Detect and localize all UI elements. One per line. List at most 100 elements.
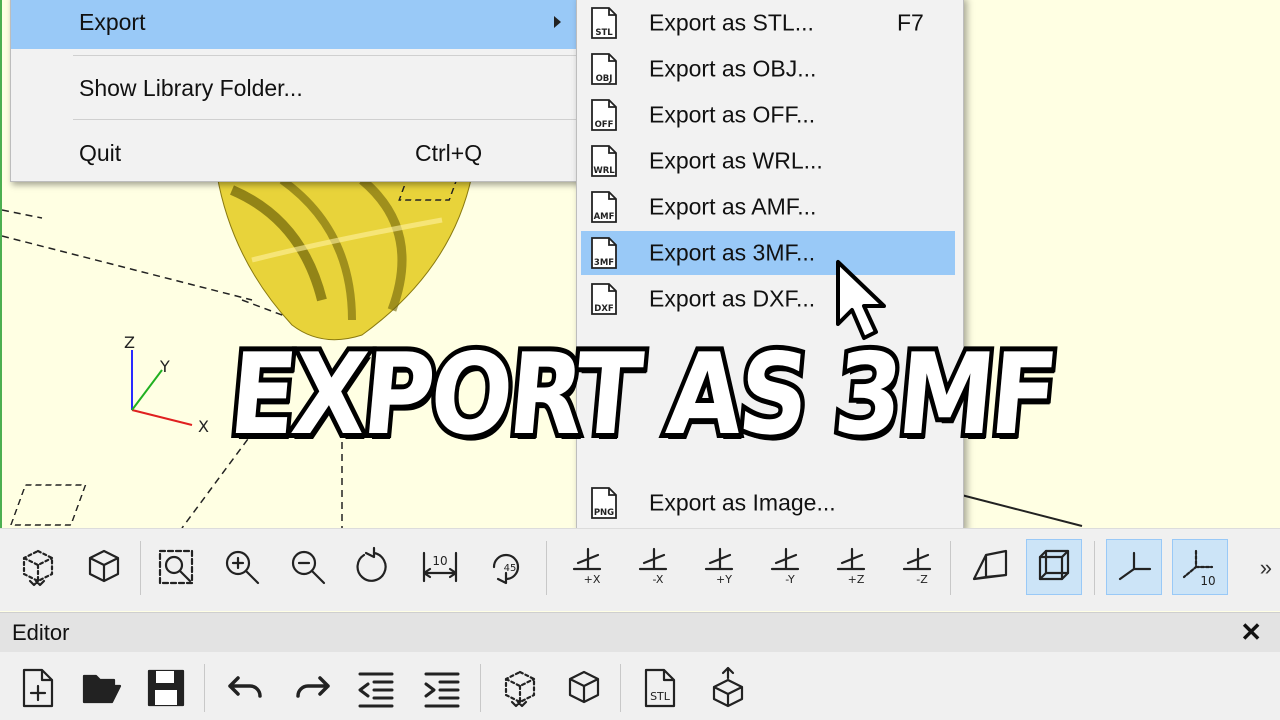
export-menu-item-3mf[interactable]: 3MF Export as 3MF...: [581, 231, 955, 275]
icon-caption: -X: [653, 573, 664, 586]
view-all-button[interactable]: [148, 539, 204, 595]
file-amf-icon: AMF: [591, 191, 617, 223]
export-menu-item-amf[interactable]: AMF Export as AMF...: [581, 185, 955, 229]
view-diagonal-button[interactable]: 45: [478, 539, 534, 595]
export-menu-item-stl[interactable]: STL Export as STL... F7: [581, 1, 955, 45]
render-icon: [568, 670, 600, 704]
show-axes-icon: [1118, 551, 1152, 581]
file-wrl-icon: WRL: [591, 145, 617, 177]
file-icon-caption: 3MF: [594, 258, 614, 268]
file-icon-caption: PNG: [594, 508, 614, 518]
editor-export-stl-button[interactable]: STL: [632, 660, 688, 716]
view-right-button[interactable]: +X: [560, 539, 616, 595]
icon-caption: -Y: [785, 573, 795, 586]
editor-unindent-button[interactable]: [348, 660, 404, 716]
export-menu-item-label: Export as OBJ...: [649, 55, 817, 82]
preview-icon: [22, 549, 54, 587]
menu-item-quit[interactable]: Quit Ctrl+Q: [11, 126, 579, 180]
editor-title: Editor: [12, 620, 70, 645]
preview-icon: [504, 670, 536, 708]
3d-viewport[interactable]: 20 60 Z Y X Export: [0, 0, 1280, 528]
editor-redo-button[interactable]: [284, 660, 340, 716]
view-bottom-icon: -Z: [902, 547, 932, 586]
editor-send-button[interactable]: [700, 660, 756, 716]
view-back-icon: +Y: [704, 547, 734, 586]
mouse-cursor-icon: [836, 260, 886, 340]
redo-icon: [296, 676, 330, 698]
show-scale-icon: 10: [1182, 549, 1216, 588]
view-left-button[interactable]: -X: [626, 539, 682, 595]
zoom-out-button[interactable]: [280, 539, 336, 595]
toolbar-separator: [204, 664, 205, 712]
reset-view-button[interactable]: [346, 539, 402, 595]
send-to-print-icon: [712, 666, 744, 708]
file-off-icon: OFF: [591, 99, 617, 131]
export-menu-item-label: Export as AMF...: [649, 193, 817, 220]
export-stl-icon: STL: [644, 668, 676, 708]
menu-item-quit-label: Quit: [79, 139, 122, 166]
toolbar-separator: [620, 664, 621, 712]
export-menu-item-label: Export as Image...: [649, 489, 836, 516]
export-menu-item-wrl[interactable]: WRL Export as WRL...: [581, 139, 955, 183]
export-menu-item-obj[interactable]: OBJ Export as OBJ...: [581, 47, 955, 91]
view-all-icon: [158, 549, 194, 585]
view-right-icon: +X: [572, 547, 602, 586]
menu-item-quit-shortcut: Ctrl+Q: [415, 139, 483, 166]
editor-open-button[interactable]: [74, 660, 130, 716]
render-button[interactable]: [76, 539, 132, 595]
scale-markers-button[interactable]: 10: [412, 539, 468, 595]
editor-close-button[interactable]: ✕: [1240, 617, 1262, 648]
view-front-button[interactable]: -Y: [758, 539, 814, 595]
editor-undo-button[interactable]: [218, 660, 274, 716]
toolbar-separator: [546, 541, 547, 595]
editor-toolbar: STL: [0, 652, 1280, 720]
editor-titlebar: Editor ✕: [0, 612, 1280, 653]
icon-caption: +X: [584, 573, 601, 586]
view-top-button[interactable]: +Z: [824, 539, 880, 595]
export-menu-item-off[interactable]: OFF Export as OFF...: [581, 93, 955, 137]
scale-markers-icon: 10: [422, 551, 458, 583]
editor-indent-button[interactable]: [414, 660, 470, 716]
file-icon-caption: AMF: [594, 212, 615, 222]
view-left-icon: -X: [638, 547, 668, 586]
export-menu-item-label: Export as OFF...: [649, 101, 816, 128]
icon-caption: +Z: [848, 573, 865, 586]
menu-separator: [73, 119, 579, 120]
zoom-in-button[interactable]: [214, 539, 270, 595]
menu-item-show-library-folder[interactable]: Show Library Folder...: [11, 61, 579, 115]
export-menu-item-png[interactable]: PNG Export as Image...: [581, 481, 955, 525]
new-file-icon: [22, 668, 54, 708]
perspective-button[interactable]: [962, 539, 1018, 595]
file-stl-icon: STL: [591, 7, 617, 39]
file-icon-caption: WRL: [593, 166, 615, 176]
icon-caption: 45: [504, 563, 517, 574]
export-menu-item-shortcut: F7: [897, 9, 924, 36]
save-icon: [147, 669, 185, 707]
file-3mf-icon: 3MF: [591, 237, 617, 269]
editor-new-button[interactable]: [10, 660, 66, 716]
view-bottom-button[interactable]: -Z: [890, 539, 946, 595]
undo-icon: [228, 676, 262, 698]
menu-separator: [73, 55, 579, 56]
export-menu-item-label: Export as WRL...: [649, 147, 823, 174]
editor-render-button[interactable]: [556, 660, 612, 716]
toolbar-separator: [950, 541, 951, 595]
show-scale-button[interactable]: 10: [1172, 539, 1228, 595]
file-dxf-icon: DXF: [591, 283, 617, 315]
menu-item-export[interactable]: Export: [11, 0, 579, 49]
editor-save-button[interactable]: [138, 660, 194, 716]
reset-view-icon: [356, 546, 387, 582]
toolbar-separator: [480, 664, 481, 712]
file-menu: Export Show Library Folder... Quit Ctrl+…: [10, 0, 580, 182]
toolbar-overflow-icon[interactable]: »: [1260, 555, 1272, 581]
editor-preview-button[interactable]: [492, 660, 548, 716]
unindent-icon: [358, 672, 394, 708]
toolbar-separator: [1094, 541, 1095, 595]
show-axes-button[interactable]: [1106, 539, 1162, 595]
export-menu-item-dxf[interactable]: DXF Export as DXF...: [581, 277, 955, 321]
file-png-icon: PNG: [591, 487, 617, 519]
menu-item-show-library-folder-label: Show Library Folder...: [79, 74, 303, 101]
orthogonal-button[interactable]: [1026, 539, 1082, 595]
view-back-button[interactable]: +Y: [692, 539, 748, 595]
preview-button[interactable]: [10, 539, 66, 595]
